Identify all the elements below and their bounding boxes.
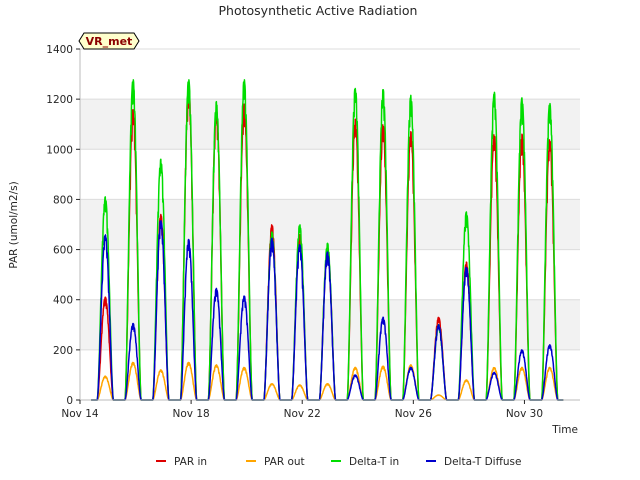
y-tick-label: 1200 <box>46 94 73 106</box>
y-tick-label: 1400 <box>46 44 73 56</box>
legend-label: PAR out <box>264 456 305 468</box>
x-axis-label: Time <box>551 424 578 436</box>
legend-label: Delta-T in <box>349 456 399 468</box>
station-badge: VR_met <box>78 32 140 50</box>
chart-title: Photosynthetic Active Radiation <box>219 3 418 18</box>
x-tick-label: Nov 18 <box>173 408 210 420</box>
x-tick-label: Nov 30 <box>506 408 543 420</box>
station-badge-text: VR_met <box>86 35 133 48</box>
y-tick-label: 200 <box>53 345 73 357</box>
legend-label: Delta-T Diffuse <box>444 456 521 468</box>
plot-band <box>80 49 580 100</box>
x-tick-label: Nov 26 <box>395 408 433 420</box>
y-tick-label: 1000 <box>46 144 73 156</box>
y-tick-label: 800 <box>53 194 73 206</box>
plot-band <box>80 199 580 250</box>
x-tick-label: Nov 14 <box>61 408 99 420</box>
x-tick-label: Nov 22 <box>284 408 321 420</box>
y-tick-labels: 0 200 400 600 800 1000 1200 1400 <box>46 44 73 407</box>
plot-band <box>80 99 580 150</box>
y-tick-label: 400 <box>53 295 73 307</box>
legend-label: PAR in <box>174 456 207 468</box>
legend: PAR in PAR out Delta-T in Delta-T Diffuse <box>156 456 521 468</box>
plot-band <box>80 149 580 200</box>
par-chart: Photosynthetic Active Radiation 0 200 400 6… <box>8 3 580 468</box>
y-tick-label: 600 <box>53 245 73 257</box>
y-tick-label: 0 <box>66 395 73 407</box>
x-tick-labels: Nov 14 Nov 18 Nov 22 Nov 26 Nov 30 <box>61 408 543 420</box>
y-axis-label: PAR (umol/m2/s) <box>8 181 20 268</box>
